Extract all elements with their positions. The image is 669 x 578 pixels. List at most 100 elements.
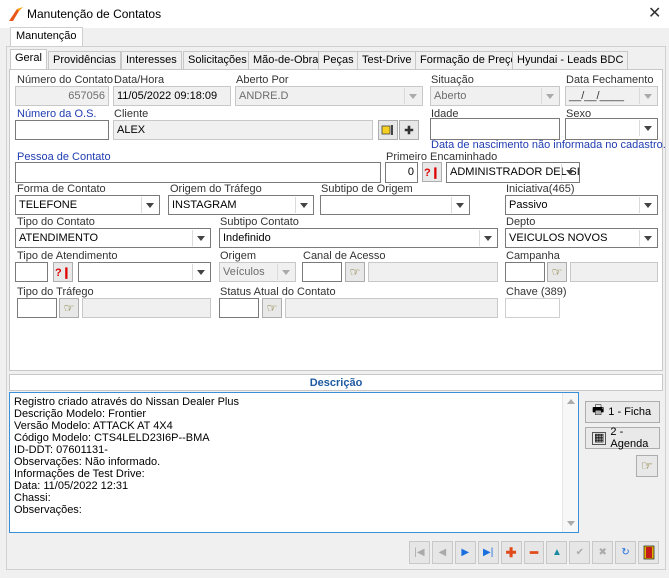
close-icon[interactable]: ✕ [648, 3, 661, 23]
situacao-label: Situação [431, 74, 474, 86]
tab-hyundai-leads[interactable]: Hyundai - Leads BDC [512, 51, 629, 69]
chevron-down-icon[interactable] [541, 88, 558, 104]
status-atual-field[interactable] [285, 298, 498, 318]
chevron-down-icon[interactable] [295, 197, 312, 213]
printer-icon: 🖶 [592, 402, 605, 417]
chave-input[interactable] [505, 298, 560, 318]
subtipo-contato-value: Indefinido [223, 232, 271, 244]
aberto-por-select[interactable]: ANDRE.D [235, 86, 423, 106]
origem-trafego-select[interactable]: INSTAGRAM [168, 195, 314, 215]
chevron-down-icon[interactable] [639, 88, 656, 104]
campanha-field[interactable] [570, 262, 658, 282]
tipo-trafego-field[interactable] [82, 298, 211, 318]
tab-solicitacoes[interactable]: Solicitações [183, 51, 252, 69]
depto-select[interactable]: VEICULOS NOVOS [505, 228, 658, 248]
subtipo-contato-label: Subtipo Contato [220, 216, 299, 228]
cancel-record-icon[interactable]: ✖ [592, 541, 614, 564]
insert-record-icon[interactable]: ✚ [500, 541, 522, 564]
origem-select[interactable]: Veículos [219, 262, 296, 282]
tab-manutencao[interactable]: Manutenção [10, 27, 83, 46]
subtipo-origem-label: Subtipo de Origem [321, 183, 413, 195]
descricao-scrollbar[interactable] [562, 393, 578, 532]
situacao-select[interactable]: Aberto [430, 86, 560, 106]
canal-acesso-code[interactable] [302, 262, 342, 282]
iniciativa-select[interactable]: Passivo [505, 195, 658, 215]
edit-record-icon[interactable]: ▲ [546, 541, 568, 564]
tipo-atendimento-help-button[interactable]: ?❙ [53, 262, 73, 282]
chevron-down-icon[interactable] [141, 197, 158, 213]
idade-input[interactable] [430, 118, 560, 140]
title-bar: Manutenção de Contatos ✕ [0, 0, 669, 28]
chevron-down-icon[interactable] [277, 264, 294, 280]
tab-mao-de-obra[interactable]: Mão-de-Obra [248, 51, 324, 69]
chevron-down-icon[interactable] [639, 230, 656, 246]
chevron-down-icon[interactable] [639, 197, 656, 213]
chevron-down-icon[interactable] [192, 264, 209, 280]
subtipo-contato-select[interactable]: Indefinido [219, 228, 498, 248]
refresh-icon[interactable]: ↻ [615, 541, 637, 564]
subtipo-origem-select[interactable] [320, 195, 470, 215]
window-title: Manutenção de Contatos [27, 7, 162, 21]
numero-os-input[interactable] [15, 120, 109, 140]
canal-acesso-field[interactable] [368, 262, 498, 282]
campanha-lookup-button[interactable]: ☞ [547, 262, 567, 282]
tipo-contato-select[interactable]: ATENDIMENTO [15, 228, 211, 248]
tipo-contato-label: Tipo do Contato [17, 216, 95, 228]
first-record-icon[interactable]: |◀ [409, 541, 430, 564]
chevron-down-icon[interactable] [561, 164, 578, 180]
forma-contato-select[interactable]: TELEFONE [15, 195, 160, 215]
encaminhado-help-button[interactable]: ?❙ [422, 162, 442, 182]
chevron-down-icon[interactable] [451, 197, 468, 213]
canal-acesso-lookup-button[interactable]: ☞ [345, 262, 365, 282]
tab-formacao-preco[interactable]: Formação de Preço [415, 51, 522, 69]
agenda-button[interactable]: ▦ 2 - Agenda [585, 426, 660, 450]
origem-trafego-label: Origem do Tráfego [170, 183, 262, 195]
numero-contato-field[interactable]: 657056 [15, 86, 109, 106]
chevron-down-icon[interactable] [639, 120, 656, 136]
status-atual-lookup-button[interactable]: ☞ [262, 298, 282, 318]
ficha-button[interactable]: 🖶 1 - Ficha [585, 401, 660, 423]
chevron-down-icon[interactable] [479, 230, 496, 246]
delete-record-icon[interactable]: ━ [523, 541, 545, 564]
question-icon: ?❙ [424, 166, 440, 179]
side-lookup-button[interactable]: ☞ [636, 455, 658, 477]
tab-test-drive[interactable]: Test-Drive [357, 51, 417, 69]
tab-pecas[interactable]: Peças [318, 51, 359, 69]
tab-interesses[interactable]: Interesses [121, 51, 182, 69]
chevron-down-icon[interactable] [404, 88, 421, 104]
depto-value: VEICULOS NOVOS [509, 232, 608, 244]
descricao-textarea[interactable]: Registro criado através do Nissan Dealer… [9, 392, 579, 533]
prior-record-icon[interactable]: ◀ [431, 541, 453, 564]
origem-value: Veículos [223, 266, 265, 278]
tipo-atendimento-code[interactable] [15, 262, 48, 282]
scroll-up-icon[interactable] [567, 399, 575, 404]
tipo-atendimento-select[interactable] [78, 262, 211, 282]
cliente-lookup-button[interactable] [378, 120, 398, 140]
data-fechamento-label: Data Fechamento [566, 74, 654, 86]
tab-content-geral [9, 69, 663, 371]
primeiro-encaminhado-number[interactable]: 0 [385, 162, 418, 183]
tipo-contato-value: ATENDIMENTO [19, 232, 99, 244]
status-atual-code[interactable] [219, 298, 259, 318]
tipo-trafego-code[interactable] [17, 298, 57, 318]
record-navigator: |◀ ◀ ▶ ▶| ✚ ━ ▲ ✔ ✖ ↻ [409, 541, 659, 564]
last-record-icon[interactable]: ▶| [477, 541, 499, 564]
scroll-down-icon[interactable] [567, 521, 575, 526]
exit-door-icon[interactable] [638, 541, 659, 564]
tab-geral[interactable]: Geral [10, 49, 47, 70]
origem-label: Origem [220, 250, 257, 262]
sexo-select[interactable] [565, 118, 658, 140]
post-record-icon[interactable]: ✔ [569, 541, 591, 564]
tipo-trafego-lookup-button[interactable]: ☞ [59, 298, 79, 318]
origem-trafego-value: INSTAGRAM [172, 199, 237, 211]
next-record-icon[interactable]: ▶ [454, 541, 476, 564]
data-fechamento-field[interactable]: __/__/____ [565, 86, 658, 106]
add-cliente-button[interactable]: ✚ [399, 120, 419, 140]
tab-providencias[interactable]: Providências [48, 51, 121, 69]
chevron-down-icon[interactable] [192, 230, 209, 246]
pessoa-contato-input[interactable] [15, 162, 381, 183]
cliente-field[interactable]: ALEX [113, 120, 373, 140]
primeiro-encaminhado-select[interactable]: ADMINISTRADOR DEL SI [446, 162, 580, 183]
data-hora-field[interactable]: 11/05/2022 09:18:09 [113, 86, 231, 106]
campanha-code[interactable] [505, 262, 545, 282]
